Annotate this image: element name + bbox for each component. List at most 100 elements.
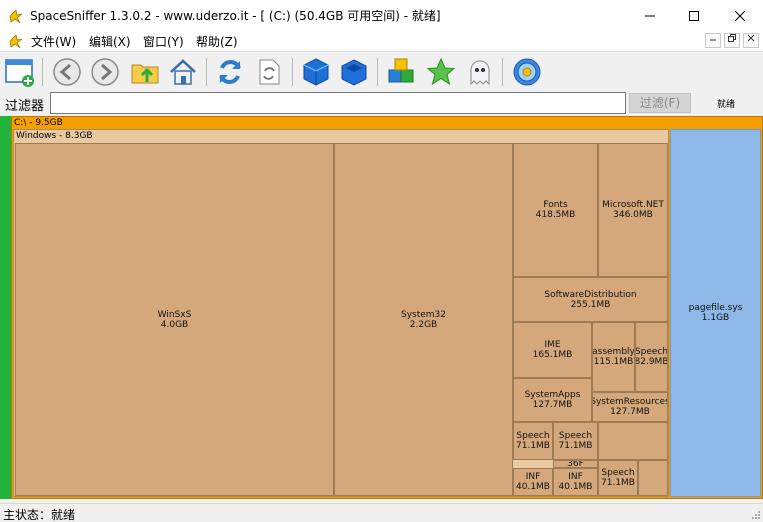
treemap-folder-systemapps[interactable]: SystemApps 127.7MB [513,378,592,422]
forward-button[interactable] [88,55,122,89]
treemap-folder-speech[interactable]: Speech 82.9MB [635,322,668,392]
treemap-folder-fonts[interactable]: Fonts 418.5MB [513,143,598,277]
treemap-folder-microsoft-net[interactable]: Microsoft.NET 346.0MB [598,143,668,277]
folder-size: 40.1MB [516,482,550,492]
mdi-close-icon [747,34,755,42]
treemap-folder-ime[interactable]: IME 165.1MB [513,322,592,378]
minimize-icon [645,15,655,16]
treemap-folder-winsxs[interactable]: WinSxS 4.0GB [15,143,334,496]
parent-folder-button[interactable] [128,55,162,89]
mdi-restore-button[interactable] [724,33,740,48]
home-button[interactable] [166,55,200,89]
folder-name: SystemApps [524,390,581,400]
treemap-file-pagefile[interactable]: pagefile.sys 1.1GB [670,129,761,497]
treemap-view[interactable]: C:\ - 9.5GB Windows - 8.3GB WinSxS 4.0GB … [0,116,763,502]
folder-name: IME [544,340,561,350]
menu-edit[interactable]: 编辑(X) [89,33,131,50]
gear-flower-icon [513,58,541,86]
folder-name: assembly [592,347,635,357]
zoom-in-button[interactable] [299,55,333,89]
treemap-folder-small[interactable] [638,460,668,496]
treemap-folder-36f[interactable]: 36F [553,460,598,468]
folder-name: SystemResources [592,397,668,407]
refresh-file-button[interactable] [252,55,286,89]
blue-cube-icon [303,58,329,86]
folder-name: Speech [635,347,668,357]
zoom-out-button[interactable] [337,55,371,89]
windows-folder-block[interactable]: Windows - 8.3GB WinSxS 4.0GB System32 2.2G… [13,129,669,497]
folder-size: 40.1MB [558,482,593,492]
ghost-button[interactable] [463,55,497,89]
folder-size: 4.0GB [160,319,189,330]
treemap-folder-speech[interactable]: Speech 71.1MB [598,460,638,496]
folder-name: INF [525,472,541,482]
title-bar[interactable]: SpaceSniffer 1.3.0.2 - www.uderzo.it - [… [0,0,763,31]
toolbar-separator [377,58,378,86]
mdi-close-button[interactable] [743,33,759,48]
mdi-restore-icon [728,34,736,42]
minimize-button[interactable] [627,0,673,31]
new-window-icon [5,59,34,87]
folder-size: 82.9MB [635,357,668,367]
refresh-button[interactable] [213,55,247,89]
document-logo-icon [9,34,23,49]
home-icon [170,59,196,85]
treemap-folder-systemresources[interactable]: SystemResources 127.7MB [592,392,668,422]
folder-up-icon [131,64,159,84]
close-button[interactable] [717,0,763,31]
folder-name: System32 [400,309,446,320]
folder-name: Speech [516,431,550,441]
treemap-folder-softwaredistribution[interactable]: SoftwareDistribution 255.1MB [513,277,668,322]
toolbar [0,51,763,91]
mdi-minimize-icon [710,39,716,41]
ghost-icon [470,60,490,86]
app-window: SpaceSniffer 1.3.0.2 - www.uderzo.it - [… [0,0,763,522]
toolbar-separator [42,58,43,86]
treemap-folder-speech[interactable]: Speech 71.1MB [553,422,598,460]
treemap-folder-system32[interactable]: System32 2.2GB [334,143,513,496]
treemap-folder-speech[interactable]: Speech 71.1MB [513,422,553,460]
resize-grip-icon[interactable] [751,510,761,520]
treemap-folder-inf[interactable]: INF 40.1MB [553,468,598,496]
green-star-icon [426,57,456,86]
toolbar-separator [206,58,207,86]
filter-input[interactable] [50,92,626,114]
blue-cube-open-icon [341,59,367,86]
drive-label: C:\ - 9.5GB [14,118,63,128]
maximize-button[interactable] [671,0,717,31]
colored-blocks-icon [388,58,414,83]
menu-bar: 文件(W) 编辑(X) 窗口(Y) 帮助(Z) [0,31,763,51]
maximize-icon [689,10,699,21]
filter-blocks-button[interactable] [384,55,418,89]
options-button[interactable] [510,55,544,89]
treemap-folder-inf[interactable]: INF 40.1MB [513,468,553,496]
favorites-button[interactable] [424,55,458,89]
folder-size: 2.2GB [409,319,438,330]
refresh-icon [219,60,241,84]
toolbar-separator [502,58,503,86]
folder-name: 36F [567,460,584,468]
free-space-block[interactable] [0,116,11,499]
window-title: SpaceSniffer 1.3.0.2 - www.uderzo.it - [… [30,9,441,23]
arrow-left-icon [53,58,81,86]
folder-name: SoftwareDistribution [544,289,637,300]
menu-help[interactable]: 帮助(Z) [196,33,238,50]
folder-name: Speech [601,468,635,478]
menu-window[interactable]: 窗口(Y) [143,33,184,50]
folder-size: 71.1MB [601,478,635,488]
filter-status-text: 就绪 [717,100,736,110]
filter-apply-button[interactable]: 过滤(F) [629,93,691,113]
new-window-button[interactable] [3,55,37,89]
back-button[interactable] [50,55,84,89]
folder-size: 71.1MB [558,441,593,451]
toolbar-separator [292,58,293,86]
treemap-folder-assembly[interactable]: assembly 115.1MB [592,322,635,392]
folder-size: 255.1MB [570,299,611,310]
menu-file[interactable]: 文件(W) [31,33,76,50]
folder-name: Microsoft.NET [602,200,664,210]
folder-size: 165.1MB [532,350,573,360]
folder-name: INF [568,472,583,482]
mdi-minimize-button[interactable] [705,33,721,48]
treemap-folder-small[interactable] [598,422,668,460]
file-name: pagefile.sys [688,303,743,313]
